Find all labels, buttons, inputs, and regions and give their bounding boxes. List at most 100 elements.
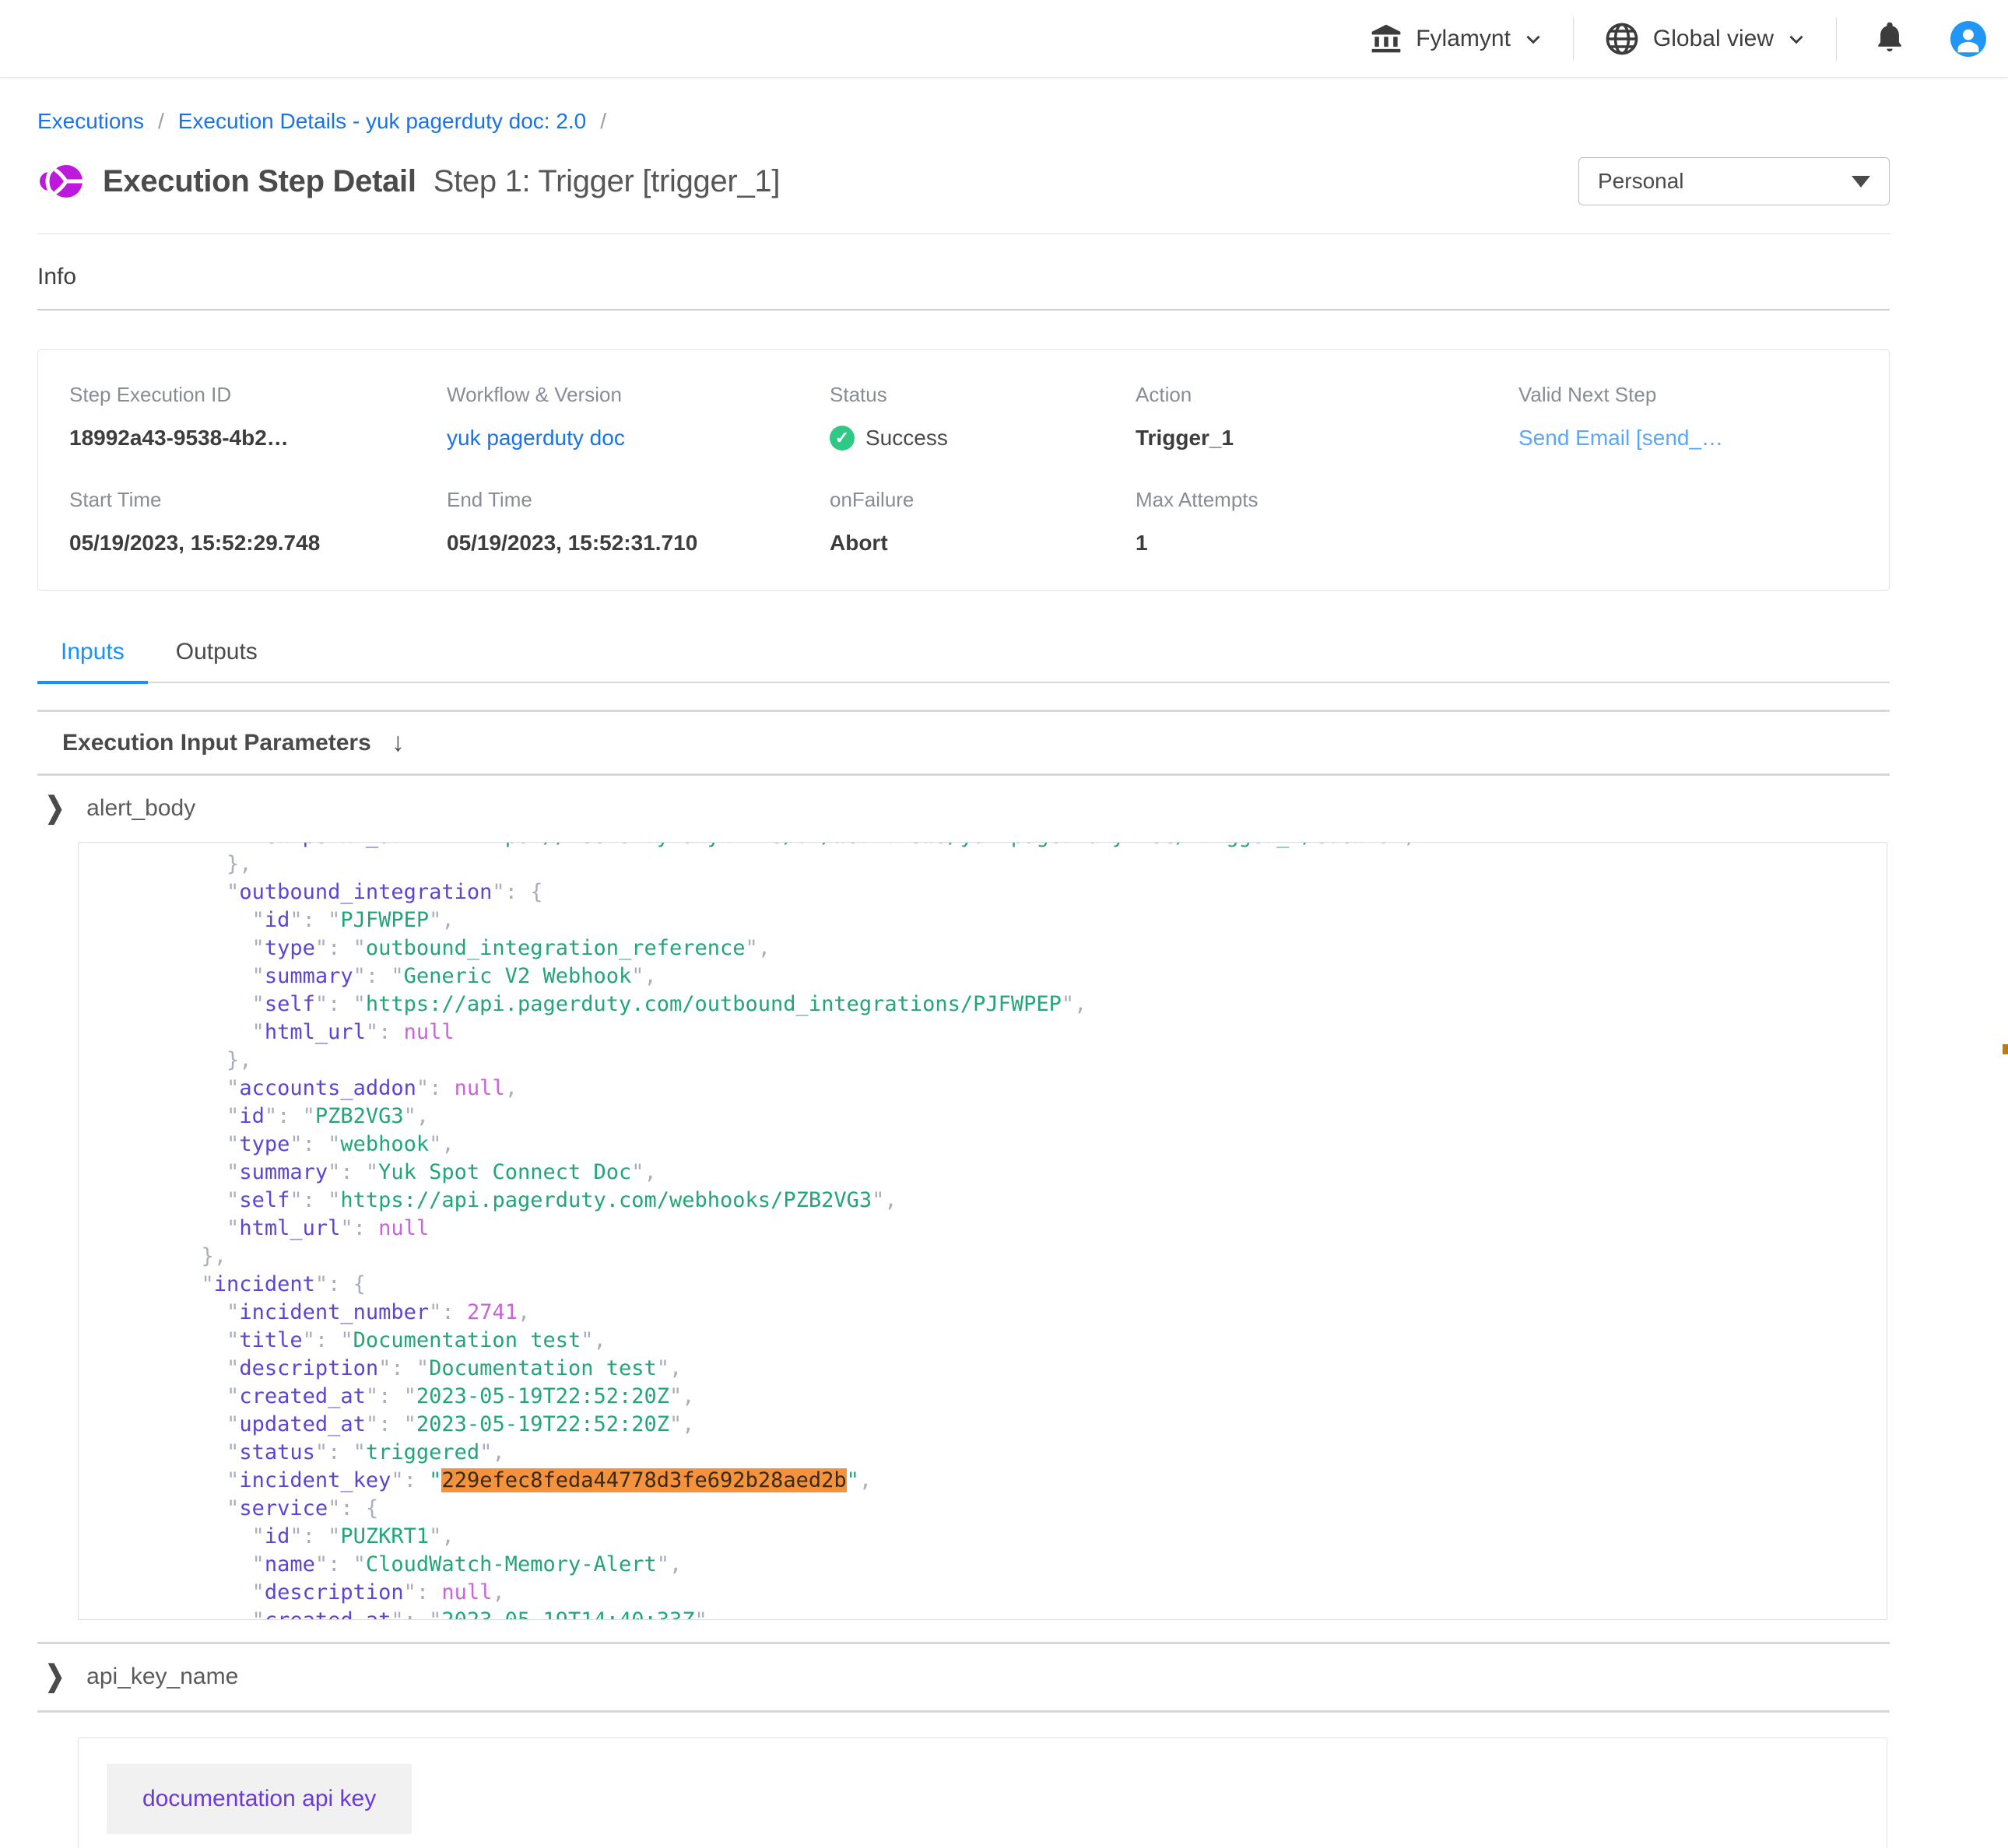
- code-line: "html_url": null: [125, 1215, 1887, 1243]
- api-key-name-label: api_key_name: [86, 1664, 238, 1690]
- info-field: onFailureAbort: [830, 488, 1136, 556]
- view-label: Global view: [1653, 26, 1774, 52]
- select-caret-icon: [1852, 176, 1870, 188]
- field-label: Step Execution ID: [69, 383, 447, 407]
- field-label: Action: [1136, 383, 1518, 407]
- topbar-divider: [1573, 17, 1574, 61]
- code-line: "endpoint_url": "https://hooks.fylamynt.…: [125, 842, 1887, 850]
- code-line: "id": "PUZKRT1",: [125, 1523, 1887, 1551]
- code-line: "incident_key": "229efec8feda44778d3fe69…: [125, 1467, 1887, 1495]
- alert-body-expander[interactable]: ❯ alert_body: [45, 776, 1890, 842]
- field-value: 18992a43-9538-4b2…: [69, 426, 447, 451]
- code-line: "outbound_integration": {: [125, 878, 1887, 906]
- code-line: "created_at": "2023-05-19T14:40:33Z",: [125, 1607, 1887, 1620]
- breadcrumb-separator: /: [158, 109, 164, 134]
- bank-icon: [1369, 22, 1403, 56]
- code-line: "id": "PZB2VG3",: [125, 1103, 1887, 1131]
- info-field: Step Execution ID 18992a43-9538-4b2…: [69, 383, 447, 451]
- section-divider: [37, 710, 1890, 712]
- info-field: Workflow & Version yuk pagerduty doc: [447, 383, 830, 451]
- api-key-name-expander[interactable]: ❯ api_key_name: [45, 1644, 1890, 1710]
- org-label: Fylamynt: [1416, 26, 1511, 52]
- api-key-name-chip: documentation api key: [107, 1764, 412, 1834]
- code-line: "type": "webhook",: [125, 1131, 1887, 1159]
- code-line: "accounts_addon": null,: [125, 1075, 1887, 1103]
- info-heading: Info: [37, 264, 1890, 290]
- page-subtitle: Step 1: Trigger [trigger_1]: [434, 164, 780, 199]
- chevron-down-icon: [1523, 29, 1543, 49]
- json-code-viewer[interactable]: "endpoint_url": "https://hooks.fylamynt.…: [78, 842, 1887, 1620]
- scrollbar-find-marker[interactable]: [2003, 1044, 2008, 1054]
- code-line: "id": "PJFWPEP",: [125, 906, 1887, 935]
- scope-select[interactable]: Personal: [1578, 157, 1890, 205]
- view-switcher[interactable]: Global view: [1603, 20, 1806, 58]
- tab-inputs[interactable]: Inputs: [37, 639, 148, 684]
- chevron-right-icon: ❯: [45, 1660, 65, 1694]
- api-key-name-card: documentation api key: [78, 1738, 1887, 1848]
- code-line: "updated_at": "2023-05-19T22:52:20Z",: [125, 1411, 1887, 1439]
- json-code-content: "endpoint_url": "https://hooks.fylamynt.…: [79, 842, 1887, 1620]
- code-line: "status": "triggered",: [125, 1439, 1887, 1467]
- title-row: Execution Step Detail Step 1: Trigger [t…: [37, 157, 1890, 205]
- field-label: Max Attempts: [1136, 488, 1518, 512]
- code-line: "summary": "Generic V2 Webhook",: [125, 963, 1887, 991]
- tab-bar: InputsOutputs: [37, 639, 1890, 683]
- execution-input-parameters-title: Execution Input Parameters: [62, 730, 371, 756]
- code-line: "type": "outbound_integration_reference"…: [125, 935, 1887, 963]
- chevron-down-icon: [1786, 29, 1806, 49]
- topbar-divider: [1836, 17, 1837, 61]
- breadcrumb-executions[interactable]: Executions: [37, 109, 144, 134]
- workflow-step-icon: [37, 161, 86, 202]
- chevron-right-icon: ❯: [45, 791, 65, 826]
- code-line: },: [125, 1047, 1887, 1075]
- field-value[interactable]: yuk pagerduty doc: [447, 426, 830, 451]
- code-line: "self": "https://api.pagerduty.com/outbo…: [125, 991, 1887, 1019]
- notifications-bell-icon[interactable]: [1873, 18, 1907, 59]
- info-field: Action Trigger_1: [1136, 383, 1518, 451]
- org-switcher[interactable]: Fylamynt: [1369, 22, 1543, 56]
- code-line: "incident_number": 2741,: [125, 1299, 1887, 1327]
- download-arrow-icon[interactable]: ↓: [391, 728, 405, 758]
- top-navigation-bar: Fylamynt Global view: [0, 0, 2008, 78]
- field-value[interactable]: Send Email [send_…: [1518, 426, 1858, 451]
- code-line: },: [125, 850, 1887, 878]
- info-divider: [37, 309, 1890, 310]
- field-label: Workflow & Version: [447, 383, 830, 407]
- info-card: Step Execution ID 18992a43-9538-4b2…Workf…: [37, 349, 1890, 591]
- code-line: "description": null,: [125, 1579, 1887, 1607]
- breadcrumb: Executions / Execution Details - yuk pag…: [37, 109, 1890, 134]
- globe-icon: [1603, 20, 1641, 58]
- code-line: "name": "CloudWatch-Memory-Alert",: [125, 1551, 1887, 1579]
- title-divider: [37, 233, 1890, 234]
- code-line: "title": "Documentation test",: [125, 1327, 1887, 1355]
- info-field: Status ✓ Success: [830, 383, 1136, 451]
- field-value: Trigger_1: [1136, 426, 1518, 451]
- highlighted-incident-key: 229efec8feda44778d3fe692b28aed2b: [441, 1468, 846, 1492]
- code-line: "created_at": "2023-05-19T22:52:20Z",: [125, 1383, 1887, 1411]
- field-label: Status: [830, 383, 1136, 407]
- code-line: "description": "Documentation test",: [125, 1355, 1887, 1383]
- execution-input-parameters-row: Execution Input Parameters ↓: [62, 728, 1890, 758]
- alert-body-label: alert_body: [86, 795, 195, 822]
- code-line: "summary": "Yuk Spot Connect Doc",: [125, 1159, 1887, 1187]
- field-value: 05/19/2023, 15:52:31.710: [447, 531, 830, 556]
- user-avatar[interactable]: [1950, 21, 1986, 57]
- field-value: 1: [1136, 531, 1518, 556]
- tab-outputs[interactable]: Outputs: [153, 639, 281, 684]
- breadcrumb-execution-details[interactable]: Execution Details - yuk pagerduty doc: 2…: [178, 109, 587, 134]
- field-value: ✓ Success: [830, 426, 1136, 451]
- info-field: Max Attempts 1: [1136, 488, 1518, 556]
- field-label: Start Time: [69, 488, 447, 512]
- code-line: "service": {: [125, 1495, 1887, 1523]
- field-label: Valid Next Step: [1518, 383, 1858, 407]
- code-line: "self": "https://api.pagerduty.com/webho…: [125, 1187, 1887, 1215]
- info-field: Start Time 05/19/2023, 15:52:29.748: [69, 488, 447, 556]
- field-value: Abort: [830, 531, 1136, 556]
- scope-selected-value: Personal: [1598, 169, 1684, 194]
- status-text: Success: [865, 426, 948, 451]
- success-check-icon: ✓: [830, 426, 855, 451]
- field-value: 05/19/2023, 15:52:29.748: [69, 531, 447, 556]
- page-title: Execution Step Detail: [103, 164, 416, 199]
- info-field: Valid Next Step Send Email [send_…: [1518, 383, 1858, 451]
- breadcrumb-separator: /: [600, 109, 606, 134]
